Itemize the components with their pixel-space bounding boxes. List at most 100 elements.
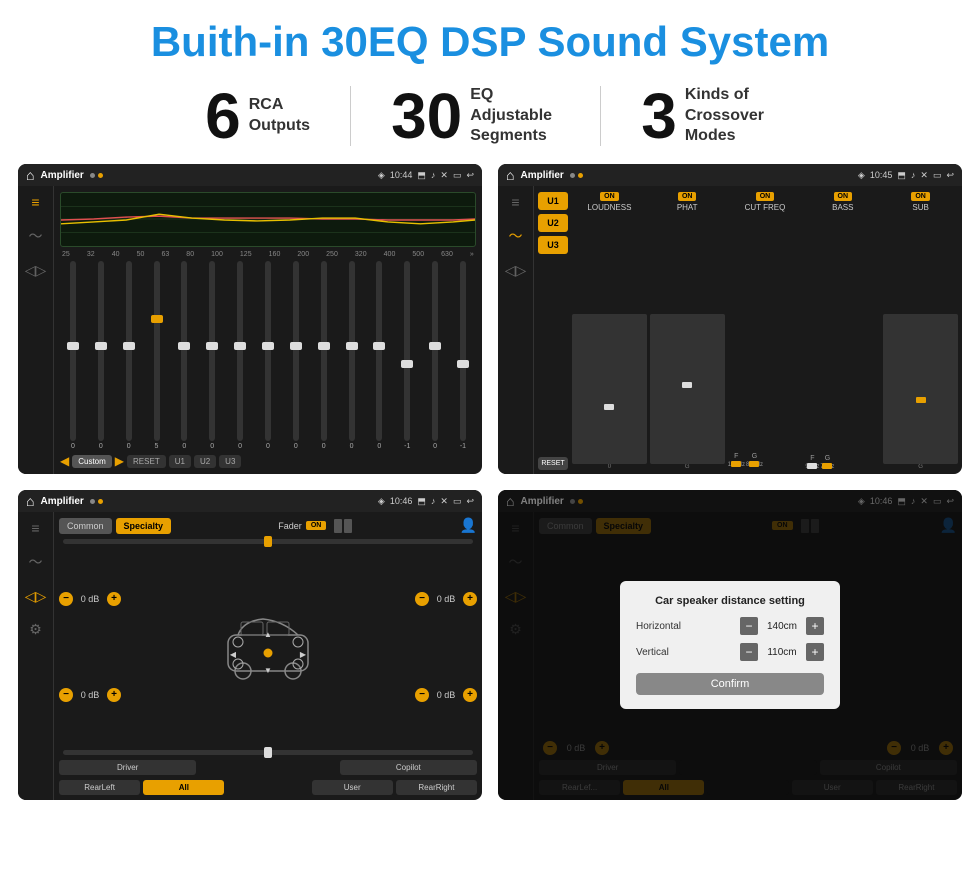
eq-u2-btn[interactable]: U2 [194, 455, 216, 468]
eq-slider-8[interactable]: 0 [255, 261, 281, 450]
user-btn[interactable]: User [312, 780, 393, 795]
db-plus-1[interactable]: + [107, 592, 121, 606]
eq-slider-12[interactable]: 0 [366, 261, 392, 450]
eq-u3-btn[interactable]: U3 [219, 455, 241, 468]
db-row-1: − 0 dB + [59, 592, 121, 606]
db-minus-3[interactable]: − [415, 592, 429, 606]
eq-custom-btn[interactable]: Custom [72, 455, 112, 468]
phat-label: PHAT [677, 203, 698, 212]
crossover-sidebar-wave-icon[interactable]: 〜 [509, 226, 523, 246]
dialog-horizontal-plus[interactable]: + [806, 617, 824, 635]
all-btn[interactable]: All [143, 780, 224, 795]
eq-slider-13[interactable]: -1 [394, 261, 420, 450]
db-row-2: − 0 dB + [59, 688, 121, 702]
rect-icon: ▭ [453, 170, 462, 181]
crossover-u2-btn[interactable]: U2 [538, 214, 568, 232]
dialog-vertical-plus[interactable]: + [806, 643, 824, 661]
vol-icon-2: ♪ [911, 170, 916, 180]
dot6 [98, 499, 103, 504]
eq-slider-9[interactable]: 0 [283, 261, 309, 450]
rect-icon-2: ▭ [933, 170, 942, 181]
eq-sidebar-vol-icon[interactable]: ◁▷ [25, 262, 47, 279]
crossover-u3-btn[interactable]: U3 [538, 236, 568, 254]
eq-next-btn[interactable]: ▶ [115, 454, 124, 468]
eq-sidebar: ≡ 〜 ◁▷ [18, 186, 54, 474]
topbar-title-fader: Amplifier [40, 496, 83, 507]
spacer-btn-2[interactable] [227, 780, 308, 795]
phat-on-badge: ON [678, 192, 697, 201]
eq-sidebar-eq-icon[interactable]: ≡ [31, 194, 39, 210]
crossover-reset-btn[interactable]: RESET [538, 457, 568, 470]
channel-loudness: ON LOUDNESS 0 [572, 192, 647, 470]
fader-sidebar-wave-icon[interactable]: 〜 [29, 552, 43, 572]
sub-on-badge: ON [911, 192, 930, 201]
fader-sidebar-vol-icon[interactable]: ◁▷ [25, 588, 47, 605]
stat-rca-number: 6 [205, 84, 241, 148]
db-minus-2[interactable]: − [59, 688, 73, 702]
dialog-vertical-control: − 110cm + [740, 643, 824, 661]
dialog-horizontal-value: 140cm [762, 621, 802, 632]
eq-slider-3[interactable]: 0 [116, 261, 142, 450]
eq-slider-10[interactable]: 0 [311, 261, 337, 450]
x-icon-3: ✕ [440, 496, 448, 507]
stat-crossover-number: 3 [641, 84, 677, 148]
db-plus-4[interactable]: + [463, 688, 477, 702]
crossover-sidebar-vol-icon[interactable]: ◁▷ [505, 262, 527, 279]
eq-slider-1[interactable]: 0 [60, 261, 86, 450]
dialog-vertical-minus[interactable]: − [740, 643, 758, 661]
crossover-sidebar-eq-icon[interactable]: ≡ [511, 194, 519, 210]
eq-slider-7[interactable]: 0 [227, 261, 253, 450]
db-row-4: − 0 dB + [415, 688, 477, 702]
fader-h-slider[interactable] [63, 539, 473, 544]
eq-slider-14[interactable]: 0 [422, 261, 448, 450]
eq-slider-4[interactable]: 5 [144, 261, 170, 450]
eq-slider-2[interactable]: 0 [88, 261, 114, 450]
crossover-u1-btn[interactable]: U1 [538, 192, 568, 210]
eq-reset-btn[interactable]: RESET [127, 455, 166, 468]
svg-text:◀: ◀ [230, 650, 237, 659]
spacer-btn-1[interactable] [199, 760, 336, 775]
eq-prev-btn[interactable]: ◀ [60, 454, 69, 468]
crossover-sidebar: ≡ 〜 ◁▷ [498, 186, 534, 474]
rearleft-btn[interactable]: RearLeft [59, 780, 140, 795]
driver-btn[interactable]: Driver [59, 760, 196, 775]
eq-slider-5[interactable]: 0 [171, 261, 197, 450]
loudness-label: LOUDNESS [587, 203, 631, 212]
dot5 [90, 499, 95, 504]
bass-label: BASS [832, 203, 853, 212]
db-val-3: 0 dB [432, 594, 460, 604]
stat-eq-number: 30 [391, 84, 462, 148]
fader-v-slider[interactable] [63, 750, 473, 755]
db-minus-1[interactable]: − [59, 592, 73, 606]
bass-on-badge: ON [834, 192, 853, 201]
topbar-time-crossover: 10:45 [870, 170, 893, 180]
eq-slider-11[interactable]: 0 [339, 261, 365, 450]
dialog-horizontal-minus[interactable]: − [740, 617, 758, 635]
fader-person-icon: 👤 [460, 517, 477, 534]
distance-screen: ⌂ Amplifier ◈ 10:46 ⬒ ♪ ✕ ▭ ↩ ≡ 〜 [498, 490, 962, 800]
eq-slider-15[interactable]: -1 [450, 261, 476, 450]
copilot-btn[interactable]: Copilot [340, 760, 477, 775]
dialog-vertical-label: Vertical [636, 647, 669, 658]
rearright-btn[interactable]: RearRight [396, 780, 477, 795]
eq-sidebar-wave-icon[interactable]: 〜 [29, 226, 43, 246]
fader-label: Fader [278, 521, 302, 531]
fader-sidebar-eq-icon[interactable]: ≡ [31, 520, 39, 536]
db-minus-4[interactable]: − [415, 688, 429, 702]
eq-u1-btn[interactable]: U1 [169, 455, 191, 468]
fader-tabs-row: Common Specialty Fader ON 👤 [59, 517, 477, 534]
loudness-on-badge: ON [600, 192, 619, 201]
fader-sidebar-settings-icon[interactable]: ⚙ [29, 621, 42, 638]
camera-icon-2: ⬒ [897, 170, 906, 181]
db-val-2: 0 dB [76, 690, 104, 700]
db-plus-2[interactable]: + [107, 688, 121, 702]
db-plus-3[interactable]: + [463, 592, 477, 606]
eq-slider-6[interactable]: 0 [199, 261, 225, 450]
topbar-time-eq: 10:44 [390, 170, 413, 180]
pin-icon-2: ◈ [858, 170, 865, 181]
fader-specialty-tab[interactable]: Specialty [116, 518, 172, 534]
fader-common-tab[interactable]: Common [59, 518, 112, 534]
cutfreq-on-badge: ON [756, 192, 775, 201]
topbar-fader: ⌂ Amplifier ◈ 10:46 ⬒ ♪ ✕ ▭ ↩ [18, 490, 482, 512]
dialog-confirm-button[interactable]: Confirm [636, 673, 824, 695]
